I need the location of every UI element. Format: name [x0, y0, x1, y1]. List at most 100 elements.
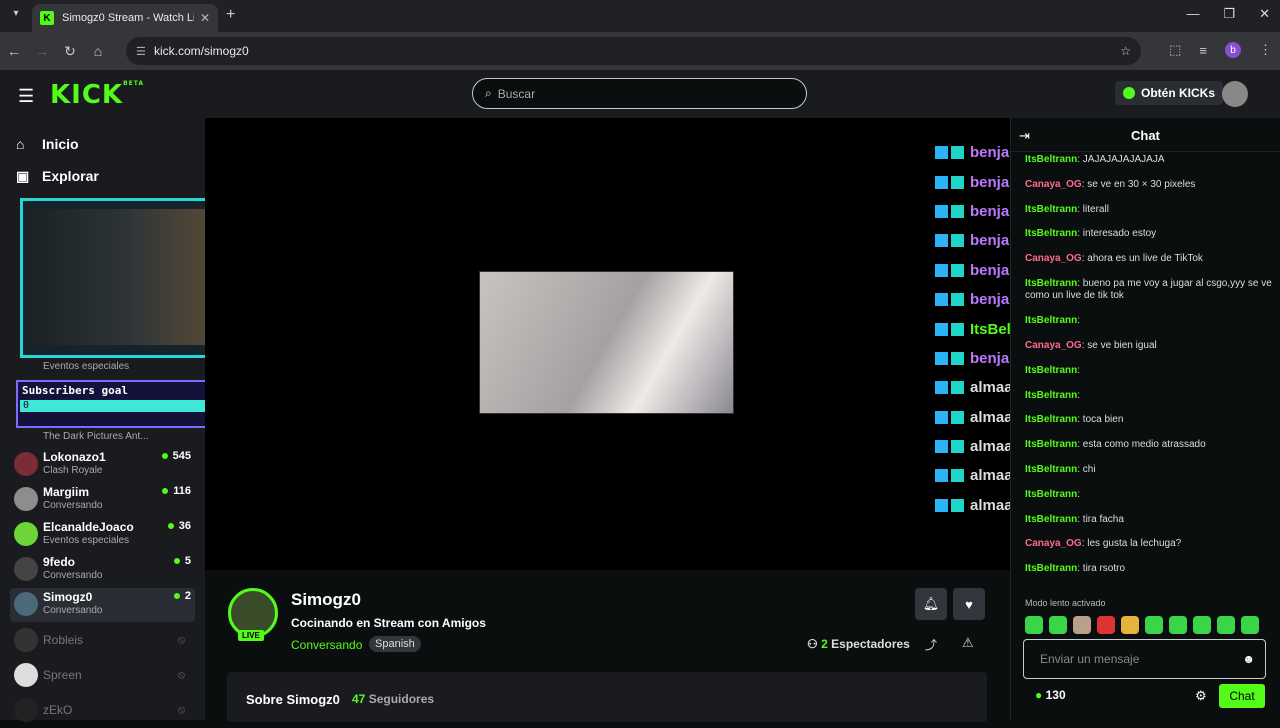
chat-username[interactable]: ItsBeltrann: [1025, 489, 1077, 500]
avatar: [14, 522, 38, 546]
profile-avatar[interactable]: b: [1225, 42, 1241, 58]
search-input[interactable]: ⌕ Buscar: [472, 78, 807, 109]
chat-message: ItsBeltrann: tira facha: [1025, 513, 1124, 525]
chat-message: ItsBeltrann: chi: [1025, 464, 1096, 476]
close-tab-icon[interactable]: ✕: [200, 11, 210, 25]
chat-username[interactable]: ItsBeltrann: [1025, 390, 1077, 401]
chat-username[interactable]: Canaya_OG: [1025, 538, 1082, 549]
streamer-name[interactable]: Simogz0: [291, 590, 361, 610]
chat-username[interactable]: ItsBeltrann: [1025, 154, 1077, 165]
video-player[interactable]: [205, 118, 1010, 570]
sidebar-channel-elcanaldejoaco[interactable]: ElcanaldeJoaco Eventos especiales 36: [10, 518, 195, 552]
new-tab-icon[interactable]: +: [226, 6, 235, 24]
emote[interactable]: [1241, 616, 1259, 634]
chat-username[interactable]: ItsBeltrann: [1025, 414, 1077, 425]
chat-text: esta como medio atrassado: [1082, 439, 1206, 451]
sidebar-channel-zeko[interactable]: zEkO ⦸: [10, 694, 195, 728]
viewer-count: ⚇ 2 Espectadores: [807, 637, 910, 651]
stream-category[interactable]: Conversando: [291, 638, 362, 652]
chat-header: ⇥ Chat: [1011, 118, 1280, 152]
search-icon: ⌕: [485, 86, 492, 100]
chat-username[interactable]: ItsBeltrann: [1025, 464, 1077, 475]
chat-message: ItsBeltrann:: [1025, 364, 1081, 376]
search-placeholder: Buscar: [497, 86, 536, 101]
sub-badge-icon: [951, 146, 964, 160]
chat-username[interactable]: ItsBeltrann: [1025, 563, 1077, 574]
chat-message: ItsBeltrann:: [1025, 315, 1081, 327]
media-icon[interactable]: ≡: [1199, 43, 1207, 58]
viewer-count: 2: [174, 590, 191, 602]
goal-label: Subscribers goal: [22, 384, 128, 397]
url-field[interactable]: ☰ kick.com/simogz0 ☆: [126, 37, 1141, 65]
follow-heart-button[interactable]: ♥: [953, 588, 985, 620]
tab-search-icon[interactable]: ▾: [8, 8, 24, 24]
emote[interactable]: [1097, 616, 1115, 634]
chat-username[interactable]: Canaya_OG: [1025, 179, 1082, 190]
chat-username[interactable]: ItsBeltrann: [1025, 315, 1077, 326]
chat-message: Canaya_OG: ahora es un live de TikTok: [1025, 253, 1203, 265]
maximize-icon[interactable]: ❐: [1223, 6, 1235, 22]
emote[interactable]: [1025, 616, 1043, 634]
sub-badge-icon: [951, 469, 964, 483]
share-icon[interactable]: ⤴: [925, 636, 937, 653]
reload-icon[interactable]: ↻: [56, 43, 84, 60]
channel-points[interactable]: ● 130: [1035, 688, 1066, 702]
minimize-icon[interactable]: —: [1186, 6, 1199, 22]
badge-icon: [935, 146, 948, 160]
channel-category: The Dark Pictures Ant...: [43, 431, 149, 442]
site-info-icon[interactable]: ☰: [136, 45, 146, 58]
language-tag[interactable]: Spanish: [369, 636, 421, 652]
emote[interactable]: [1217, 616, 1235, 634]
close-window-icon[interactable]: ✕: [1259, 6, 1270, 22]
sidebar-channel-spreen[interactable]: Spreen ⦸: [10, 659, 195, 693]
chat-username[interactable]: ItsBeltrann: [1025, 514, 1077, 525]
chat-username[interactable]: ItsBeltrann: [1025, 204, 1077, 215]
chat-message: ItsBeltrann: toca bien: [1025, 414, 1124, 426]
hamburger-menu-icon[interactable]: ☰: [18, 86, 34, 107]
bookmark-star-icon[interactable]: ☆: [1120, 44, 1131, 58]
collapse-chat-icon[interactable]: ⇥: [1019, 128, 1030, 144]
chat-message: ItsBeltrann:: [1025, 389, 1081, 401]
sidebar-channel-margiim[interactable]: Margiim Conversando 116: [10, 483, 195, 517]
emote[interactable]: [1145, 616, 1163, 634]
emote[interactable]: [1121, 616, 1139, 634]
forward-icon[interactable]: →: [28, 43, 56, 59]
emote[interactable]: [1193, 616, 1211, 634]
notification-bell-button[interactable]: 🔔︎: [915, 588, 947, 620]
sidebar-channel-simogz0[interactable]: Simogz0 Conversando 2: [10, 588, 195, 622]
viewer-count: 116: [162, 485, 191, 497]
sub-badge-icon: [951, 263, 964, 277]
badge-icon: [935, 440, 948, 454]
sidebar-channel-lokonazo1[interactable]: Lokonazo1 Clash Royale 545: [10, 448, 195, 482]
chat-username[interactable]: ItsBeltrann: [1025, 365, 1077, 376]
nav-inicio[interactable]: ⌂ Inicio: [0, 128, 205, 160]
back-icon[interactable]: ←: [0, 43, 28, 59]
chat-username[interactable]: ItsBeltrann: [1025, 439, 1077, 450]
emote[interactable]: [1073, 616, 1091, 634]
chat-username[interactable]: ItsBeltrann: [1025, 278, 1077, 289]
sub-badge-icon: [951, 293, 964, 307]
send-chat-button[interactable]: Chat: [1219, 684, 1265, 708]
viewer-count: 36: [168, 520, 191, 532]
home-browser-icon[interactable]: ⌂: [84, 43, 112, 59]
report-warning-icon[interactable]: ⚠: [962, 635, 974, 651]
emote[interactable]: [1049, 616, 1067, 634]
sidebar-channel-robleis[interactable]: Robleis ⦸: [10, 624, 195, 658]
browser-tab[interactable]: K Simogz0 Stream - Watch Li... ✕: [32, 4, 218, 32]
kick-logo[interactable]: KICKBETA: [50, 80, 144, 110]
emote[interactable]: [1169, 616, 1187, 634]
chat-username[interactable]: Canaya_OG: [1025, 340, 1082, 351]
get-kicks-button[interactable]: Obtén KICKs: [1115, 81, 1224, 105]
badge-icon: [935, 322, 948, 336]
chat-message-input[interactable]: Enviar un mensaje ☻: [1023, 639, 1266, 679]
chat-username[interactable]: Canaya_OG: [1025, 253, 1082, 264]
menu-kebab-icon[interactable]: ⋮: [1259, 42, 1272, 58]
chat-username[interactable]: ItsBeltrann: [1025, 228, 1077, 239]
emoji-icon[interactable]: ☻: [1242, 652, 1255, 666]
chat-settings-gear-icon[interactable]: ⚙: [1195, 688, 1207, 704]
avatar: [14, 663, 38, 687]
nav-explorar[interactable]: ▣ Explorar: [0, 160, 205, 192]
user-avatar[interactable]: [1222, 81, 1248, 107]
sidebar-channel-9fedo[interactable]: 9fedo Conversando 5: [10, 553, 195, 587]
extensions-icon[interactable]: ⬚: [1169, 42, 1181, 58]
